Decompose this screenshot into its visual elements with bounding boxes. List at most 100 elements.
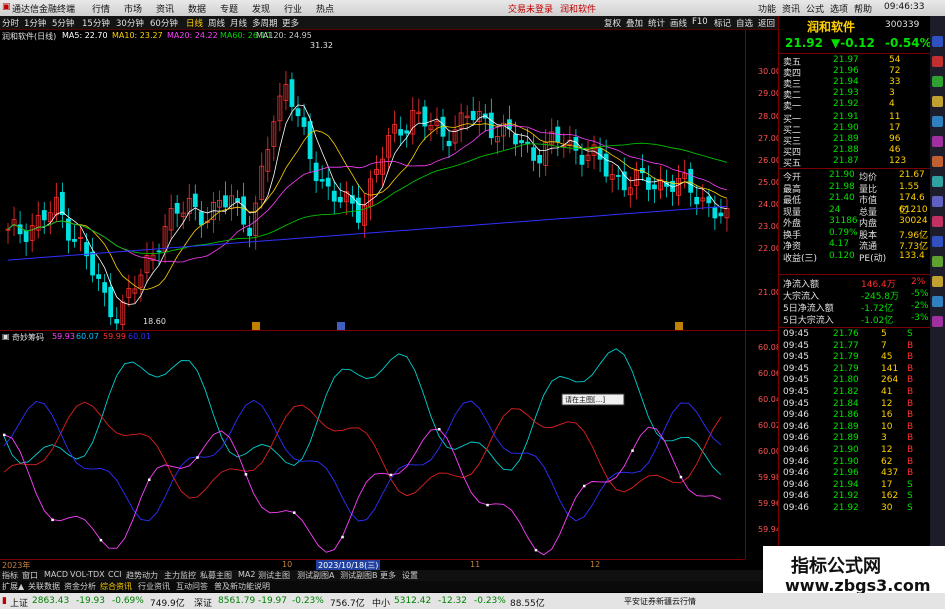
menu-right-news[interactable]: 资讯 bbox=[782, 2, 800, 15]
tool-icon[interactable] bbox=[932, 256, 943, 267]
extension-tab[interactable]: 扩展▲ bbox=[2, 581, 24, 592]
menu-bar: ▣ 通达信金融终端 行情 市场 资讯 数据 专题 发现 行业 热点 交易未登录 … bbox=[0, 0, 945, 16]
extension-tab[interactable]: 行业资讯 bbox=[138, 581, 170, 592]
tool-icon[interactable] bbox=[932, 176, 943, 187]
indicator-icon[interactable]: ▣ bbox=[2, 332, 10, 341]
period-tab[interactable]: 30分钟 bbox=[116, 17, 144, 29]
sz-index-label[interactable]: 深证 bbox=[194, 596, 212, 609]
indicator-tab[interactable]: 窗口 bbox=[22, 570, 38, 581]
candle-body bbox=[198, 211, 204, 226]
tick-time: 09:46 bbox=[783, 491, 809, 502]
menu-item-quote[interactable]: 行情 bbox=[92, 2, 110, 15]
menu-right-help[interactable]: 帮助 bbox=[854, 2, 872, 15]
ask-volume: 4 bbox=[889, 99, 895, 109]
zx-index-change: -12.32 bbox=[438, 596, 468, 606]
menu-item-discover[interactable]: 发现 bbox=[252, 2, 270, 15]
tool-icon[interactable] bbox=[932, 216, 943, 227]
tool-icon[interactable] bbox=[932, 136, 943, 147]
period-tab[interactable]: 分时 bbox=[2, 17, 19, 29]
menu-right-function[interactable]: 功能 bbox=[758, 2, 776, 15]
tick-side: B bbox=[907, 421, 914, 432]
indicator-tab[interactable]: 测试副图B bbox=[340, 570, 378, 581]
tool-icon[interactable] bbox=[932, 236, 943, 247]
zx-index-label[interactable]: 中小 bbox=[372, 596, 390, 609]
period-tab[interactable]: 1分钟 bbox=[24, 17, 46, 29]
indicator-tab[interactable]: 测试主图 bbox=[258, 570, 290, 581]
indicator-tab[interactable]: MACD bbox=[44, 570, 68, 579]
indicator-tab[interactable]: 测试副图A bbox=[297, 570, 334, 581]
mark-button[interactable]: 标记 bbox=[714, 17, 731, 29]
period-tab[interactable]: 60分钟 bbox=[150, 17, 178, 29]
stats-button[interactable]: 统计 bbox=[648, 17, 665, 29]
tool-icon[interactable] bbox=[932, 156, 943, 167]
tick-price: 21.94 bbox=[833, 479, 859, 490]
ask-label: 卖一 bbox=[783, 102, 802, 112]
back-button[interactable]: 返回 bbox=[758, 17, 775, 29]
extension-tab[interactable]: 互动问答 bbox=[176, 581, 208, 592]
watchlist-button[interactable]: 自选 bbox=[736, 17, 753, 29]
stat-label: PE(动) bbox=[859, 253, 887, 264]
tool-icon[interactable] bbox=[932, 316, 943, 327]
indicator-tab[interactable]: 私募主图 bbox=[200, 570, 232, 581]
kline-chart[interactable]: 31.32 18.60 bbox=[0, 42, 745, 330]
period-tab[interactable]: 15分钟 bbox=[82, 17, 110, 29]
menu-item-industry[interactable]: 行业 bbox=[284, 2, 302, 15]
tick-row: 09:46 21.92 30 S bbox=[781, 503, 929, 514]
signal-dot bbox=[679, 475, 683, 479]
trade-login-link[interactable]: 交易未登录 bbox=[508, 2, 553, 15]
f10-button[interactable]: F10 bbox=[692, 17, 708, 27]
tool-icon[interactable] bbox=[932, 296, 943, 307]
indicator-chart[interactable]: 请在主图[...] bbox=[0, 341, 745, 559]
adjust-button[interactable]: 复权 bbox=[604, 17, 621, 29]
extension-tab[interactable]: 普及新功能说明 bbox=[214, 581, 270, 592]
event-marker-icon[interactable] bbox=[252, 322, 260, 330]
menu-item-data[interactable]: 数据 bbox=[188, 2, 206, 15]
indicator-tab[interactable]: 主力监控 bbox=[164, 570, 196, 581]
indicator-tab[interactable]: 指标 bbox=[2, 570, 18, 581]
menu-item-hot[interactable]: 热点 bbox=[316, 2, 334, 15]
flow-label: 5日大宗流入 bbox=[783, 316, 834, 326]
tool-icon[interactable] bbox=[932, 56, 943, 67]
draw-button[interactable]: 画线 bbox=[670, 17, 687, 29]
stock-link[interactable]: 润和软件 bbox=[560, 2, 596, 15]
period-tab[interactable]: 月线 bbox=[230, 17, 247, 29]
sh-index-label[interactable]: 上证 bbox=[10, 596, 28, 609]
extension-tab[interactable]: 关联数据 bbox=[28, 581, 60, 592]
indicator-tab[interactable]: 更多 bbox=[380, 570, 396, 581]
period-tab[interactable]: 5分钟 bbox=[52, 17, 74, 29]
tool-icon[interactable] bbox=[932, 96, 943, 107]
tick-side: S bbox=[907, 503, 913, 513]
indicator-tab[interactable]: VOL-TDX bbox=[70, 570, 105, 579]
menu-item-news[interactable]: 资讯 bbox=[156, 2, 174, 15]
extension-tab[interactable]: 综合资讯 bbox=[100, 581, 132, 592]
tool-icon[interactable] bbox=[932, 276, 943, 287]
tick-list[interactable]: 09:45 21.76 5 S 09:45 21.77 7 B 09:45 21.79 45 B 09:… bbox=[779, 329, 931, 549]
tool-icon[interactable] bbox=[932, 116, 943, 127]
menu-right-options[interactable]: 选项 bbox=[830, 2, 848, 15]
indicator-tab[interactable]: 趋势动力 bbox=[126, 570, 158, 581]
tick-side: B bbox=[907, 352, 914, 363]
menu-item-topic[interactable]: 专题 bbox=[220, 2, 238, 15]
tool-icon[interactable] bbox=[932, 196, 943, 207]
signal-dot bbox=[3, 433, 6, 437]
tool-icon[interactable] bbox=[932, 76, 943, 87]
indicator-tab[interactable]: CCI bbox=[108, 570, 122, 579]
menu-item-market[interactable]: 市场 bbox=[124, 2, 142, 15]
period-tab[interactable]: 多周期 bbox=[252, 17, 278, 29]
extension-tab[interactable]: 资金分析 bbox=[64, 581, 96, 592]
period-toolbar: 分时 1分钟 5分钟 15分钟 30分钟 60分钟 日线 周线 月线 多周期 更… bbox=[0, 16, 778, 30]
overlay-button[interactable]: 叠加 bbox=[626, 17, 643, 29]
menu-right-formula[interactable]: 公式 bbox=[806, 2, 824, 15]
tick-time: 09:45 bbox=[783, 363, 809, 374]
indicator-tab[interactable]: 设置 bbox=[402, 570, 418, 581]
event-marker-icon[interactable] bbox=[675, 322, 683, 330]
price-change: ▼-0.12 bbox=[831, 36, 875, 50]
tool-icon[interactable] bbox=[932, 36, 943, 47]
indicator-tab[interactable]: MA2 bbox=[238, 570, 255, 579]
period-tab-more[interactable]: 更多 bbox=[282, 17, 299, 29]
event-marker-icon[interactable] bbox=[337, 322, 345, 330]
bid-volume: 17 bbox=[889, 123, 901, 133]
period-tab[interactable]: 周线 bbox=[208, 17, 225, 29]
bid-volume: 96 bbox=[889, 134, 901, 144]
period-tab-selected[interactable]: 日线 bbox=[186, 17, 203, 29]
